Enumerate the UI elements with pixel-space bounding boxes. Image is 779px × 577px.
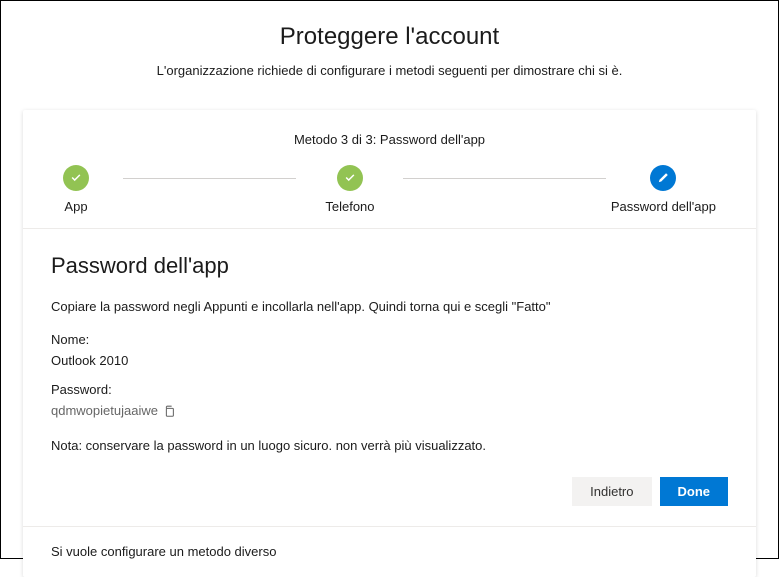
step-telefono: Telefono — [325, 165, 374, 214]
done-button[interactable]: Done — [660, 477, 729, 506]
different-method-link[interactable]: Si vuole configurare un metodo diverso — [51, 544, 276, 559]
page-title: Proteggere l'account — [21, 23, 758, 51]
setup-card: Metodo 3 di 3: Password dell'app App Tel… — [23, 110, 756, 577]
page-subtitle: L'organizzazione richiede di configurare… — [21, 63, 758, 78]
name-label: Nome: — [51, 332, 728, 347]
step-label: App — [64, 199, 87, 214]
back-button[interactable]: Indietro — [572, 477, 651, 506]
stepper-title: Metodo 3 di 3: Password dell'app — [63, 132, 716, 147]
step-label: Password dell'app — [611, 199, 716, 214]
password-label: Password: — [51, 382, 728, 397]
pencil-icon — [650, 165, 676, 191]
step-app: App — [63, 165, 89, 214]
checkmark-icon — [337, 165, 363, 191]
copy-icon[interactable] — [162, 404, 176, 418]
stepper-line — [123, 178, 296, 179]
step-password-app: Password dell'app — [611, 165, 716, 214]
section-heading: Password dell'app — [51, 253, 728, 279]
password-value: qdmwopietujaaiwe — [51, 403, 158, 418]
checkmark-icon — [63, 165, 89, 191]
instruction-text: Copiare la password negli Appunti e inco… — [51, 299, 728, 314]
note-text: Nota: conservare la password in un luogo… — [51, 438, 728, 453]
stepper-line — [403, 178, 606, 179]
step-label: Telefono — [325, 199, 374, 214]
name-value: Outlook 2010 — [51, 353, 728, 368]
stepper: App Telefono Password dell'app — [63, 165, 716, 214]
